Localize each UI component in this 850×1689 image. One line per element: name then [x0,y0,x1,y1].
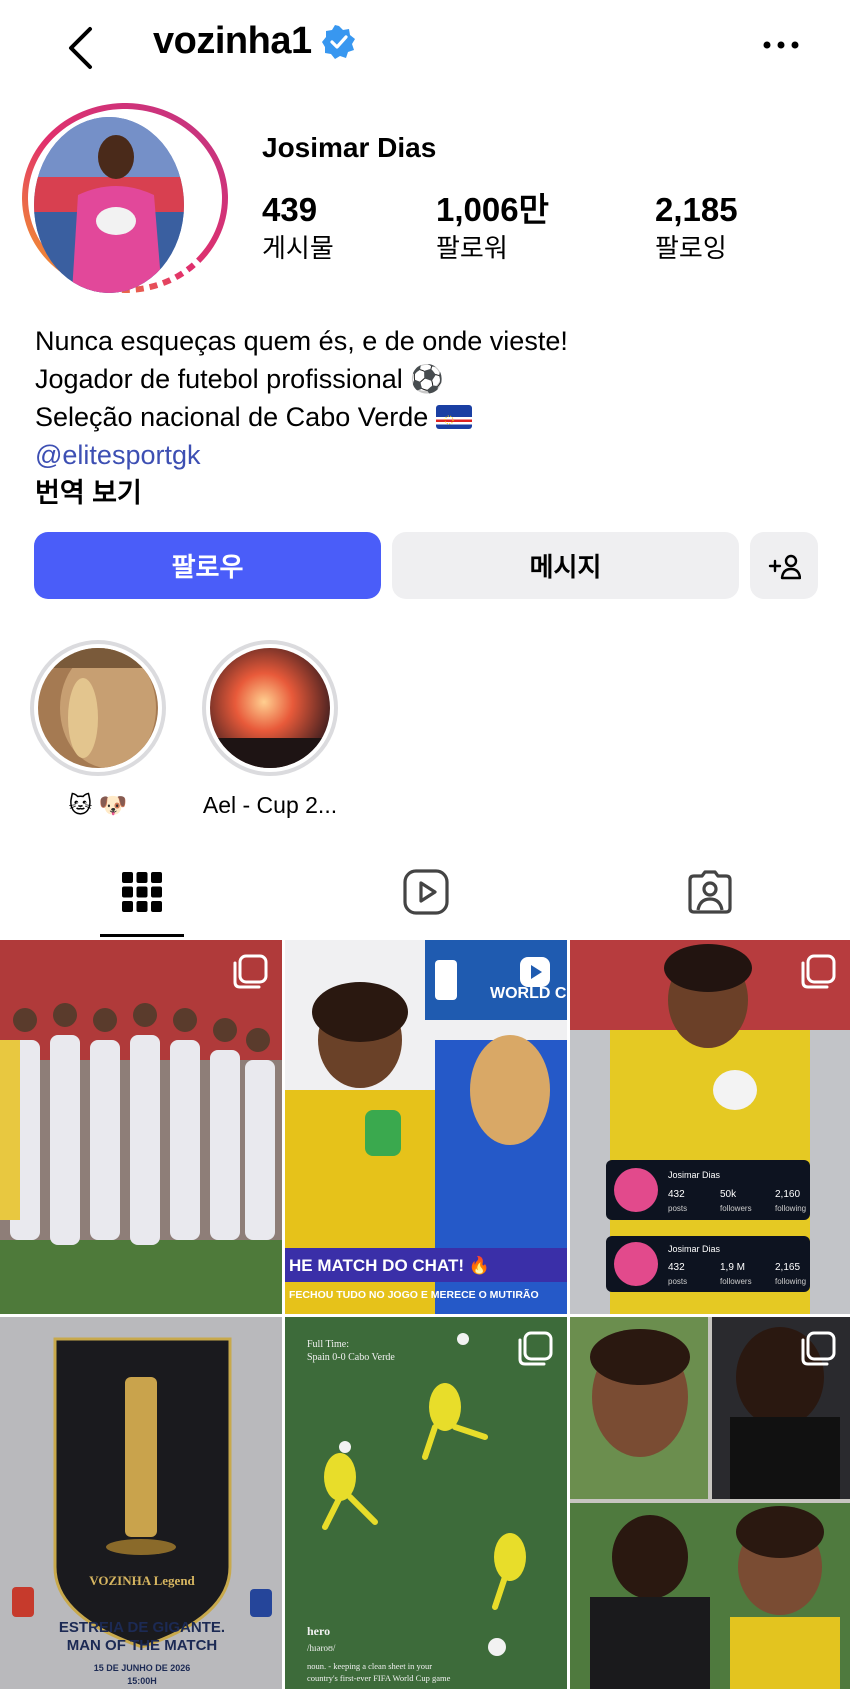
posts-count: 439 [262,191,318,228]
card-following: 2,160 [775,1189,800,1200]
followers-count: 1,006만 [436,191,549,228]
card-posts: 432 [668,1189,685,1200]
suggest-users-button[interactable] [750,532,818,599]
following-count: 2,185 [655,191,738,228]
card-followers-label: followers [720,1204,752,1213]
card-following-label: following [775,1277,806,1286]
cape-verde-flag-icon [435,405,472,429]
card-followers-label: followers [720,1277,752,1286]
grid-icon [122,872,162,912]
card-name: Josimar Dias [668,1244,721,1254]
bio-mention-link[interactable]: @elitesportgk [35,436,568,474]
card-followers: 1,9 M [720,1262,745,1273]
post-tile[interactable]: WORLD CU 2026 HE MATCH DO CHAT! 🔥 FECHOU… [285,940,567,1314]
avatar-image [34,117,184,293]
username-block: vozinha1 [153,20,356,63]
highlight-cover [38,648,158,768]
highlight-ring [30,640,166,776]
card-followers: 50k [720,1189,737,1200]
message-button[interactable]: 메시지 [392,532,739,599]
post-tile[interactable] [570,1317,850,1689]
card-name: Josimar Dias [668,1170,721,1180]
full-name: Josimar Dias [262,132,437,163]
followers-stat[interactable]: 1,006만 팔로워 [436,190,549,266]
tagged-icon [688,870,732,914]
post-tile[interactable]: Full Time: Spain 0-0 Cabo Verde hero /hɪ… [285,1317,567,1689]
chevron-left-icon [69,27,92,69]
bio: Nunca esqueças quem és, e de onde vieste… [35,322,568,512]
card-posts-label: posts [668,1277,687,1286]
post-subcaption: FECHOU TUDO NO JOGO E MERECE O MUTIRÃO [289,1288,539,1301]
reel-icon [520,957,550,987]
posts-stat[interactable]: 439 게시물 [262,190,334,266]
card-posts: 432 [668,1262,685,1273]
post-phonetic: /hɪəroʊ/ [307,1643,336,1653]
profile-avatar[interactable] [34,117,184,293]
highlight-label: 🐱 🐶 [68,792,128,818]
active-tab-indicator [100,934,184,937]
see-translation-link[interactable]: 번역 보기 [35,474,568,512]
tab-tagged[interactable] [680,862,740,922]
post-definition-2: country's first-ever FIFA World Cup game [307,1673,451,1683]
following-stat[interactable]: 2,185 팔로잉 [655,190,738,266]
post-date: 15 DE JUNHO DE 2026 [94,1663,191,1673]
highlight-ring [202,640,338,776]
reels-icon [403,869,449,915]
carousel-icon [801,1331,836,1366]
highlight-cover [210,648,330,768]
follow-button[interactable]: 팔로우 [34,532,381,599]
verified-badge-icon [321,24,355,59]
post-tile[interactable]: Josimar Dias 432 posts 50k followers 2,1… [570,940,850,1314]
post-title-line2: MAN OF THE MATCH [67,1637,218,1654]
card-following-label: following [775,1204,806,1213]
tab-posts[interactable] [112,862,172,922]
carousel-icon [518,1331,553,1366]
highlight-item[interactable]: 🐱 🐶 [30,640,166,819]
card-posts-label: posts [668,1204,687,1213]
bio-line-text: Seleção nacional de Cabo Verde [35,402,429,432]
followers-label: 팔로워 [436,233,508,263]
post-tile[interactable]: VOZINHA Legend ESTREIA DE GIGANTE. MAN O… [0,1317,282,1689]
posts-label: 게시물 [262,233,334,263]
post-tile[interactable] [0,940,282,1314]
post-definition-1: noun. - keeping a clean sheet in your [307,1661,432,1671]
post-top-line1: Full Time: [307,1339,349,1350]
posts-grid: WORLD CU 2026 HE MATCH DO CHAT! 🔥 FECHOU… [0,940,850,1689]
highlight-item[interactable]: Ael - Cup 2... [202,640,338,819]
tab-reels[interactable] [396,862,456,922]
highlight-label: Ael - Cup 2... [202,792,338,818]
following-label: 팔로잉 [655,233,727,263]
post-badge: VOZINHA Legend [89,1573,195,1588]
back-button[interactable] [60,24,100,72]
bio-line: Nunca esqueças quem és, e de onde vieste… [35,326,568,356]
post-title-line1: ESTREIA DE GIGANTE. [59,1619,225,1636]
bio-line-flag: Seleção nacional de Cabo Verde [35,398,568,436]
carousel-icon [233,954,268,989]
more-options-button[interactable] [756,30,806,60]
more-horizontal-icon [763,41,799,49]
card-following: 2,165 [775,1262,800,1273]
post-top-line2: Spain 0-0 Cabo Verde [307,1352,395,1363]
post-word: hero [307,1624,330,1638]
carousel-icon [801,954,836,989]
add-person-icon [768,554,801,579]
post-caption: HE MATCH DO CHAT! 🔥 [289,1255,490,1275]
username: vozinha1 [153,20,312,62]
bio-line: Jogador de futebol profissional ⚽ [35,364,444,394]
profile-header: vozinha1 [0,0,850,100]
post-time: 15:00H [127,1676,157,1686]
